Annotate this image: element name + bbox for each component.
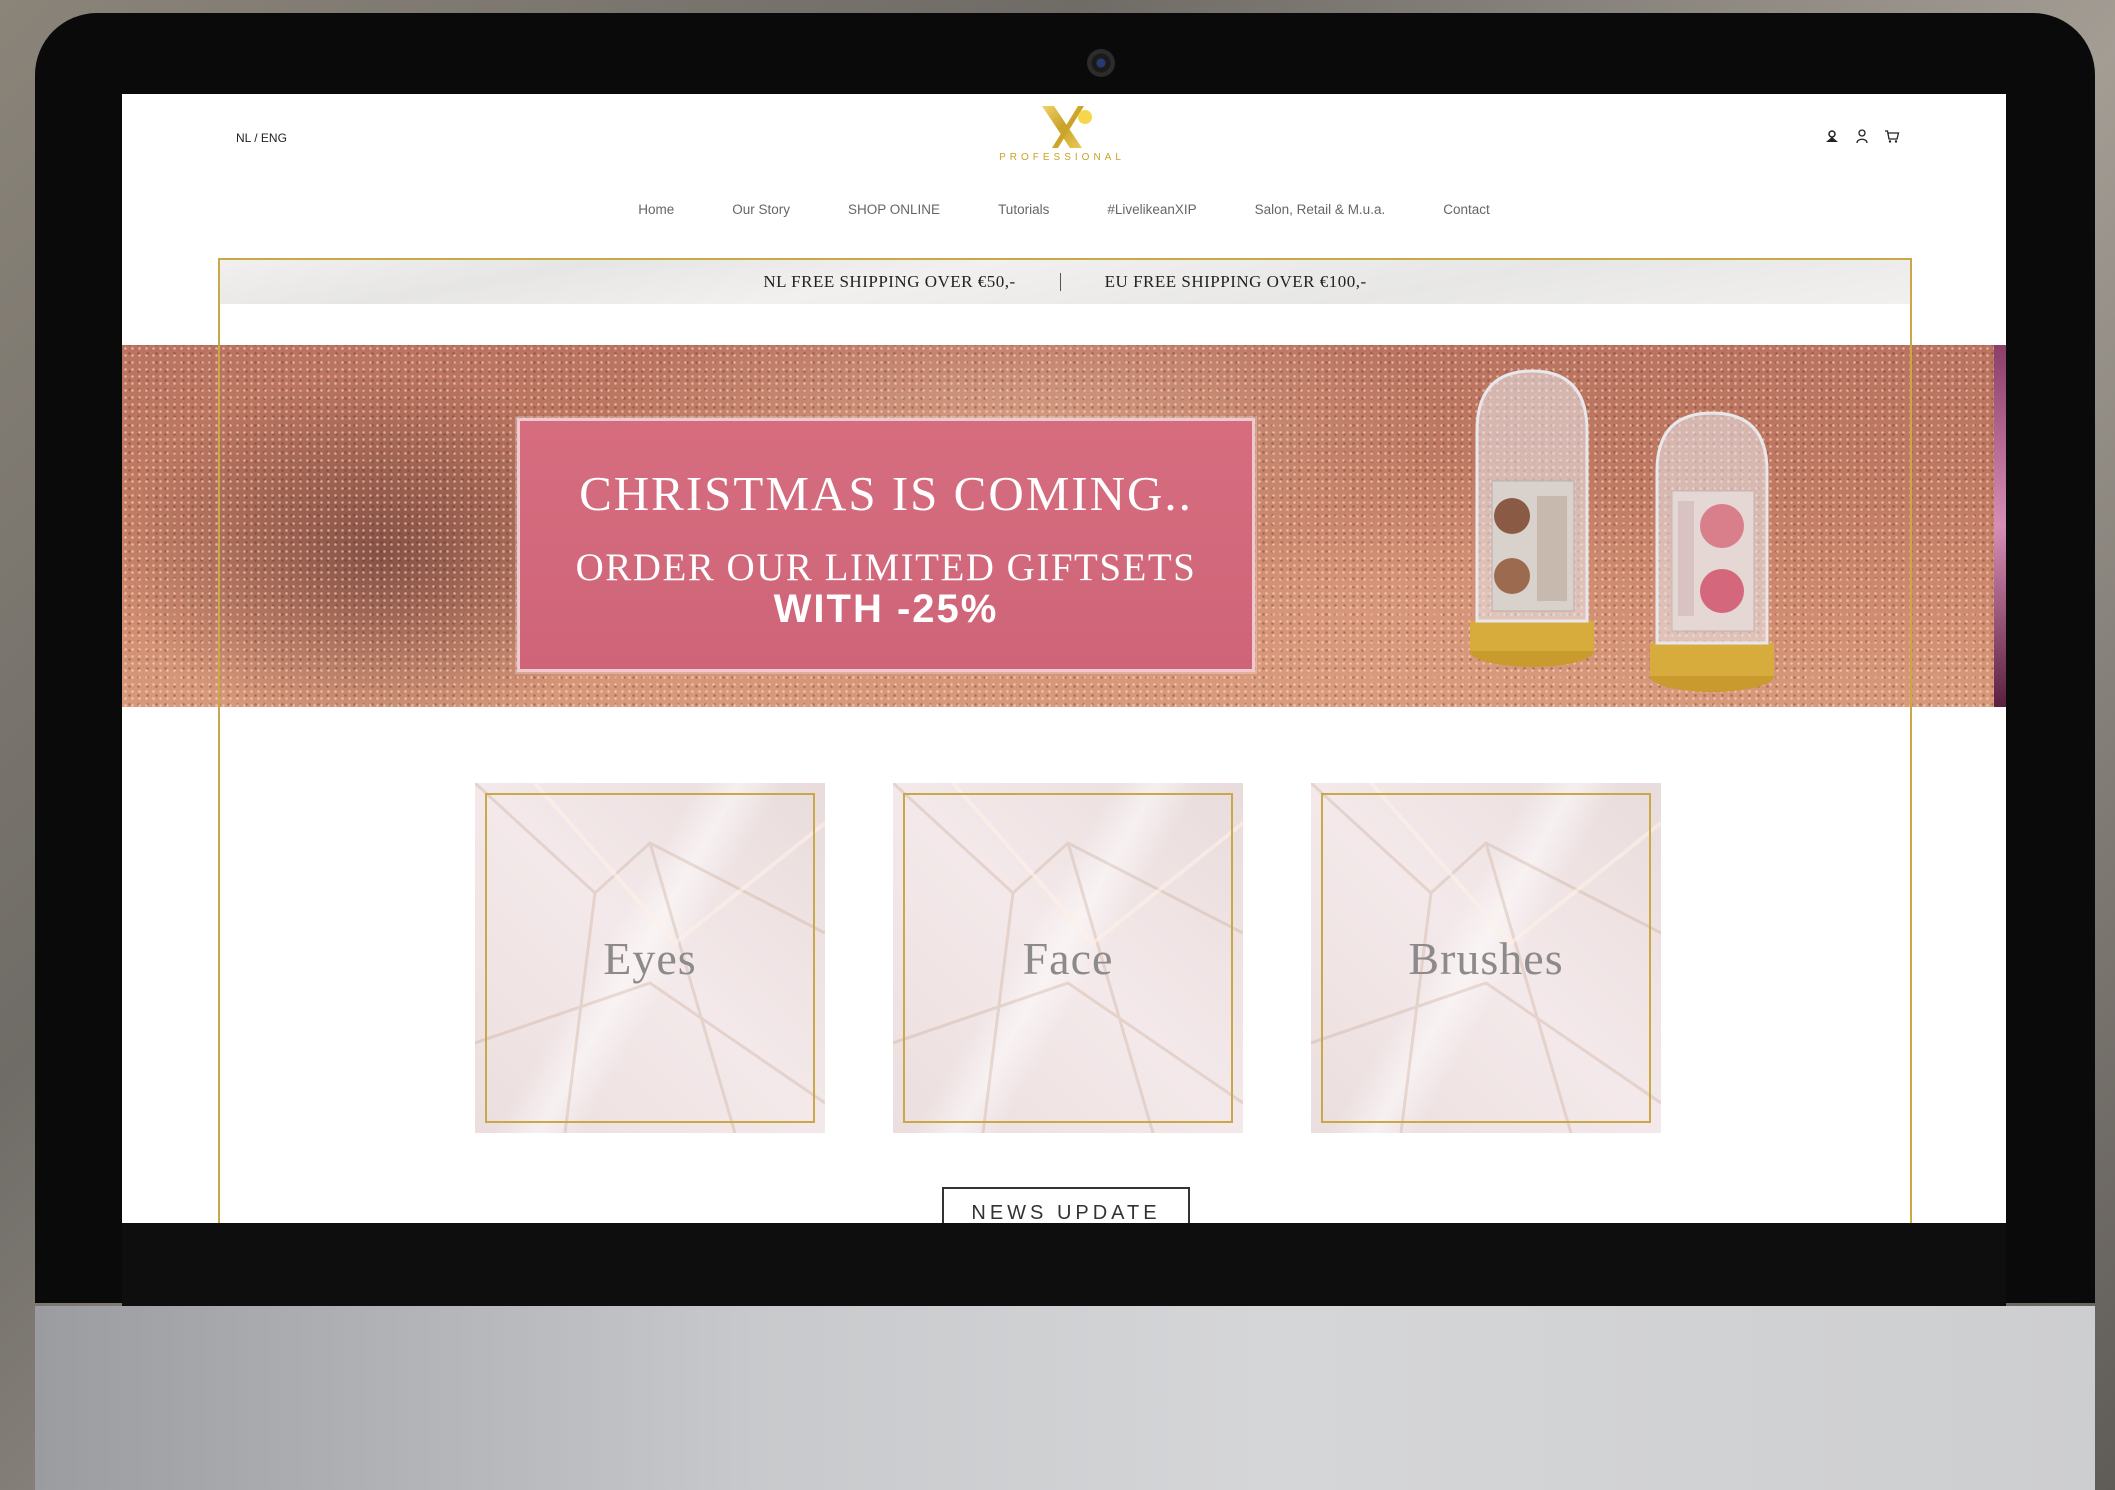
shipping-eu: EU FREE SHIPPING OVER €100,- <box>1104 272 1367 291</box>
giftset-products-image <box>1470 369 1774 692</box>
shipping-bar: NL FREE SHIPPING OVER €50,- EU FREE SHIP… <box>220 260 1910 304</box>
nav-our-story[interactable]: Our Story <box>703 202 819 217</box>
header-icons <box>1824 128 1900 144</box>
camera-icon <box>1087 49 1115 77</box>
cart-icon[interactable] <box>1884 128 1900 144</box>
account-icon[interactable] <box>1824 128 1840 144</box>
nav-tutorials[interactable]: Tutorials <box>969 202 1078 217</box>
nav-livelikeanxip[interactable]: #LivelikeanXIP <box>1078 202 1225 217</box>
shipping-nl: NL FREE SHIPPING OVER €50,- <box>763 272 1016 291</box>
banner-edge <box>1994 345 2006 707</box>
language-switch[interactable]: NL / ENG <box>236 131 287 145</box>
nav-home[interactable]: Home <box>609 202 703 217</box>
category-tile-face[interactable]: Face <box>893 783 1243 1133</box>
nav-salon-retail[interactable]: Salon, Retail & M.u.a. <box>1226 202 1415 217</box>
category-label: Eyes <box>603 932 697 984</box>
logo-text: PROFESSIONAL <box>999 152 1125 163</box>
category-label: Brushes <box>1408 932 1564 984</box>
main-nav: Home Our Story SHOP ONLINE Tutorials #Li… <box>122 202 2006 217</box>
user-icon[interactable] <box>1854 128 1870 144</box>
category-tile-brushes[interactable]: Brushes <box>1311 783 1661 1133</box>
browser-screen: NL / ENG PROFESSIONAL Home Our Story SHO… <box>122 94 2006 1223</box>
site-logo[interactable]: PROFESSIONAL <box>992 100 1132 170</box>
nav-contact[interactable]: Contact <box>1414 202 1519 217</box>
promo-subline: ORDER OUR LIMITED GIFTSETS <box>575 546 1197 589</box>
news-update-button[interactable]: NEWS UPDATE <box>942 1187 1190 1223</box>
monitor-chin <box>35 1306 2095 1490</box>
category-tile-eyes[interactable]: Eyes <box>475 783 825 1133</box>
category-label: Face <box>1022 932 1114 984</box>
christmas-banner[interactable]: CHRISTMAS IS COMING.. ORDER OUR LIMITED … <box>122 345 2006 707</box>
nav-shop-online[interactable]: SHOP ONLINE <box>819 202 969 217</box>
promo-discount: WITH -25% <box>773 587 999 631</box>
promo-box: CHRISTMAS IS COMING.. ORDER OUR LIMITED … <box>517 418 1255 672</box>
logo-x-icon <box>1042 106 1092 148</box>
promo-headline: CHRISTMAS IS COMING.. <box>579 466 1193 521</box>
monitor-bottom-bezel <box>122 1223 2006 1306</box>
